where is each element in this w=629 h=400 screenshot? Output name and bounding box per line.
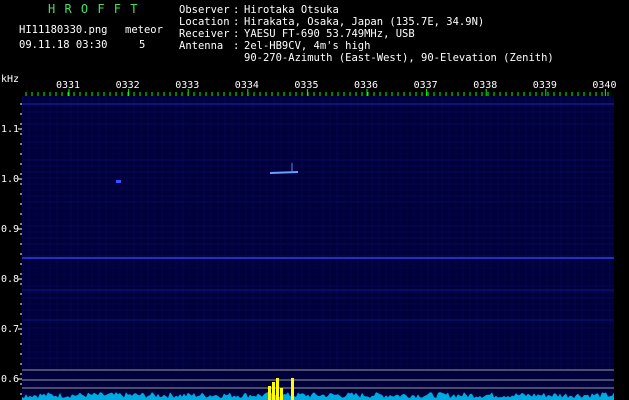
meteor-echo-small <box>116 180 121 183</box>
meteor-echo <box>269 171 299 174</box>
spectrum-peak <box>272 382 275 400</box>
spectrum-peak <box>276 378 279 400</box>
spectrogram <box>18 89 614 400</box>
spectrum-peak <box>291 378 294 400</box>
spectrum-peak <box>268 386 271 400</box>
spectrum-peak <box>280 388 283 400</box>
